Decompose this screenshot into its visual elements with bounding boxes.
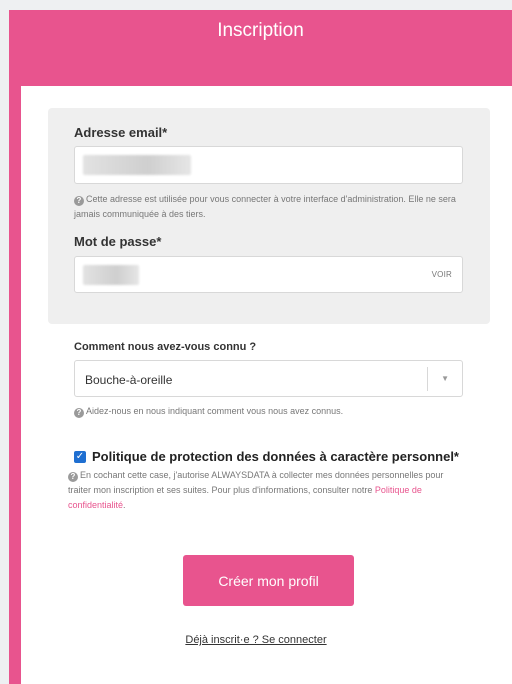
help-icon: ? [74,408,84,418]
password-label: Mot de passe* [74,234,162,249]
source-select[interactable]: Bouche-à-oreille ▼ [74,360,463,397]
email-field[interactable] [74,146,463,184]
privacy-checkbox[interactable]: ✓ [74,451,86,463]
password-field[interactable]: VOIR [74,256,463,293]
email-help: ? Cette adresse est utilisée pour vous co… [74,194,456,219]
email-label: Adresse email* [74,125,168,140]
page-title: Inscription [217,20,304,41]
create-profile-button[interactable]: Créer mon profil [183,555,354,606]
source-selected-value: Bouche-à-oreille [85,373,173,387]
source-label: Comment nous avez-vous connu ? [74,341,257,353]
source-help: ? Aidez-nous en nous indiquant comment vo… [74,404,464,419]
chevron-down-icon[interactable]: ▼ [441,374,449,383]
signin-link[interactable]: Déjà inscrit·e ? Se connecter [0,634,512,646]
help-icon: ? [74,196,84,206]
email-value-redacted [83,155,191,175]
select-divider [427,367,428,391]
show-password-button[interactable]: VOIR [432,270,452,279]
help-icon: ? [68,472,78,482]
password-value-redacted [83,265,139,285]
privacy-title: Politique de protection des données à ca… [92,449,459,464]
privacy-help: ? En cochant cette case, j'autorise ALWAY… [68,470,444,510]
